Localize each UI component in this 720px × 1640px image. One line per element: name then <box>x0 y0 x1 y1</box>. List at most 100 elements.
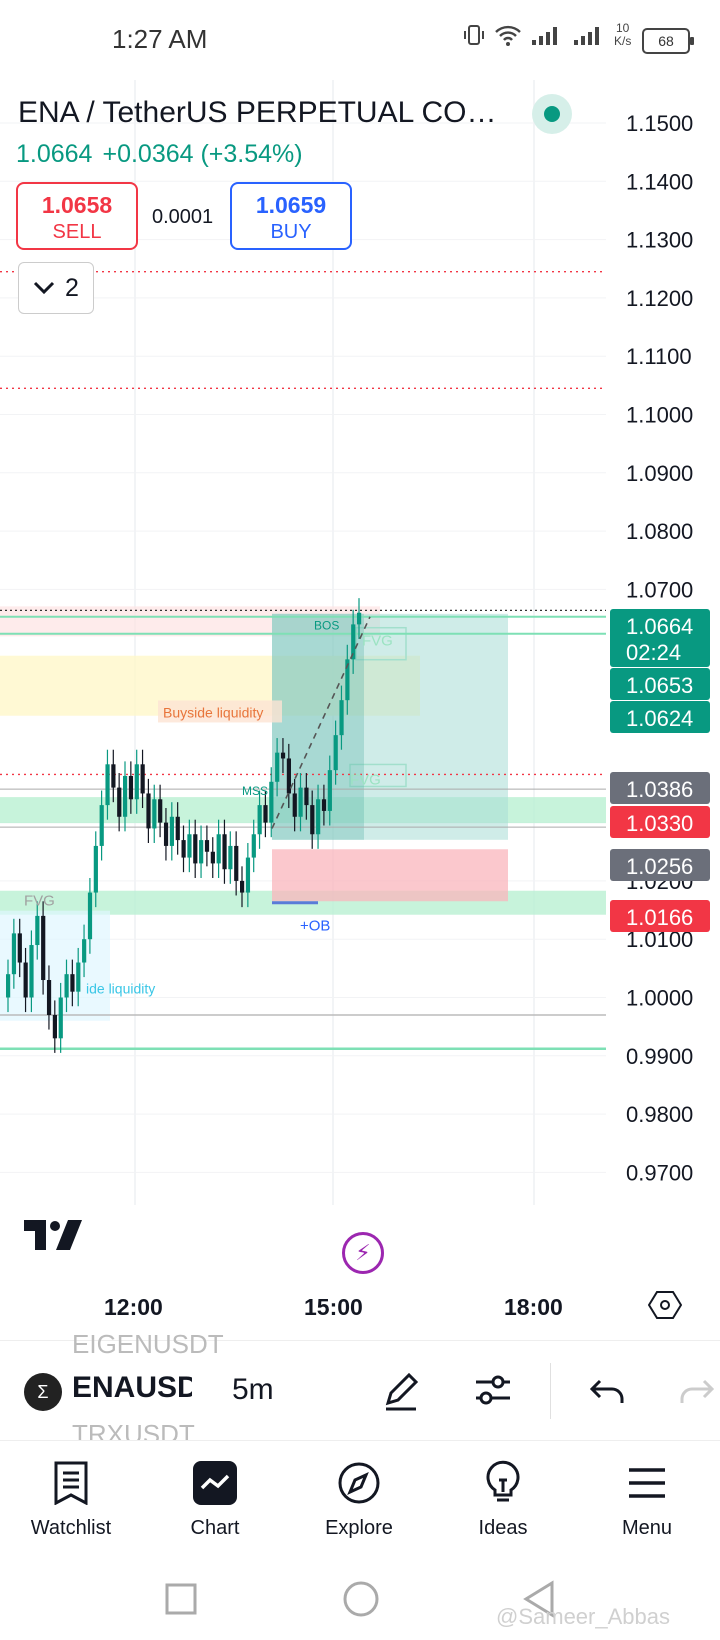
candle-body <box>58 997 63 1039</box>
redo-icon[interactable] <box>670 1365 720 1415</box>
symbol-title[interactable]: ENA / TetherUS PERPETUAL CO… <box>18 96 497 130</box>
price-tick: 1.1300 <box>626 228 693 253</box>
chevron-down-icon <box>33 281 55 295</box>
candle-body <box>35 915 40 946</box>
candle-body <box>275 752 280 782</box>
signal-icon-2 <box>574 27 599 45</box>
interval-selector[interactable]: 5m <box>232 1373 274 1407</box>
status-bar: 1:27 AM 10 K/s 68 <box>0 0 720 80</box>
price-badge-label: 1.0624 <box>626 706 693 731</box>
annotation-sellside: ide liquidity <box>86 981 155 997</box>
buy-button[interactable]: 1.0659 BUY <box>230 182 352 250</box>
candle-body <box>99 805 104 846</box>
candle-body <box>23 962 28 998</box>
battery-icon: 68 <box>642 28 694 54</box>
tradingview-logo <box>24 1220 82 1250</box>
candle-body <box>105 764 110 806</box>
recents-icon[interactable] <box>164 1582 198 1616</box>
annotation-fvg: FVG <box>350 771 381 788</box>
candle-body <box>82 939 87 963</box>
symbol-ghost-above: EIGENUSDT <box>72 1329 224 1359</box>
indicators-count: 2 <box>65 273 79 302</box>
price-badge-label: 1.0256 <box>626 854 693 879</box>
market-status-dot[interactable] <box>532 94 572 134</box>
price-tick: 1.0800 <box>626 519 693 544</box>
candle-body <box>240 880 245 893</box>
candle-body <box>117 787 122 817</box>
nav-explore[interactable]: Explore <box>294 1455 424 1540</box>
candle-body <box>87 892 93 940</box>
nav-ideas[interactable]: Ideas <box>438 1455 568 1540</box>
candle-body <box>146 793 151 829</box>
nav-label: Watchlist <box>30 1517 112 1539</box>
indicators-toggle[interactable]: 2 <box>18 262 94 314</box>
candle-body <box>29 945 34 998</box>
pencil-icon[interactable] <box>376 1365 426 1415</box>
nav-chart[interactable]: Chart <box>150 1455 280 1540</box>
candle-body <box>245 857 251 893</box>
candle-body <box>298 787 303 817</box>
vibrate-icon <box>464 25 484 45</box>
price-tick: 1.1200 <box>626 286 693 311</box>
candle-body <box>199 840 204 864</box>
candle-body <box>304 787 309 806</box>
candle-body <box>263 805 268 823</box>
candle-body <box>187 834 192 858</box>
candle-body <box>228 845 233 870</box>
candle-body <box>216 834 221 864</box>
loss-zone <box>272 849 508 902</box>
candle-body <box>339 700 344 736</box>
candle-body <box>321 799 327 811</box>
nav-label: Explore <box>325 1517 393 1539</box>
nav-menu[interactable]: Menu <box>582 1455 712 1540</box>
sliders-icon[interactable] <box>468 1365 518 1415</box>
annotation-ob: +OB <box>300 918 330 935</box>
candle-body <box>292 793 297 817</box>
lightning-icon[interactable]: ⚡ <box>342 1232 384 1274</box>
chart-toolbar: EIGENUSDT Σ ENAUSDT TRXUSDT 5m <box>0 1329 720 1449</box>
price-tick: 1.0900 <box>626 461 693 486</box>
candle-body <box>181 840 186 858</box>
price-tick: 0.9700 <box>626 1160 693 1185</box>
menu-icon <box>629 1468 665 1498</box>
candle-body <box>163 822 169 846</box>
candle-body <box>210 851 215 864</box>
price-badge-label: 1.0664 <box>626 614 693 639</box>
candle-body <box>257 805 262 835</box>
buy-label: BUY <box>270 221 312 243</box>
symbol-logo-icon[interactable]: Σ <box>24 1373 62 1411</box>
time-tick: 12:00 <box>104 1294 163 1320</box>
candle-body <box>128 775 134 800</box>
nav-watchlist[interactable]: Watchlist <box>6 1455 136 1540</box>
status-time: 1:27 AM <box>112 24 208 54</box>
candle-body <box>175 816 180 841</box>
candle-body <box>93 845 98 893</box>
home-icon[interactable] <box>342 1580 380 1618</box>
candle-body <box>6 974 11 998</box>
price-tick: 0.9800 <box>626 1102 693 1127</box>
candle-body <box>251 834 256 858</box>
axis-settings-icon[interactable] <box>648 1290 682 1320</box>
candle-body <box>193 834 198 864</box>
price-badge-label: 1.0330 <box>626 811 693 836</box>
wifi-icon <box>495 25 521 46</box>
symbol-selector[interactable]: ENAUSDT <box>72 1371 192 1405</box>
candle-body <box>234 845 239 881</box>
candle-body <box>76 962 81 992</box>
candle-body <box>134 764 139 800</box>
price-chart[interactable]: Buyside liquidity ide liquidity FVG FVG FVG B… <box>0 80 720 1260</box>
last-price: 1.0664 <box>16 140 93 168</box>
price-tick: 1.1500 <box>626 111 693 136</box>
candle-body <box>316 799 321 835</box>
price-tick: 1.1400 <box>626 169 693 194</box>
buy-price: 1.0659 <box>255 192 327 218</box>
candle-body <box>204 840 210 852</box>
toolbar-divider <box>550 1363 551 1419</box>
undo-icon[interactable] <box>584 1365 634 1415</box>
price-line: 1.0664 +0.0364 (+3.54%) <box>16 140 313 169</box>
bottom-navigation: Watchlist Chart Explore Ideas Menu <box>0 1440 720 1551</box>
sell-button[interactable]: 1.0658 SELL <box>16 182 138 250</box>
candle-body <box>46 980 52 1015</box>
net-speed: 10 K/s <box>614 21 632 48</box>
nav-label: Menu <box>621 1517 673 1539</box>
